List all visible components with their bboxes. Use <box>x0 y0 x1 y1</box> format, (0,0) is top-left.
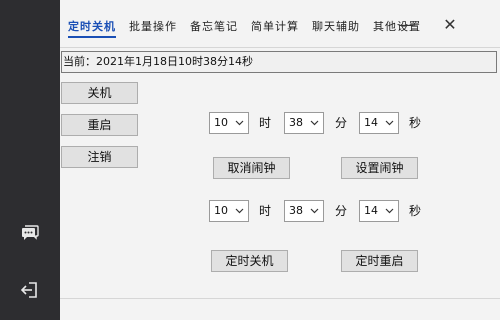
set-alarm-button[interactable]: 设置闹钟 <box>341 157 418 179</box>
chat-icon[interactable] <box>20 222 40 242</box>
alarm-second-unit: 秒 <box>409 116 422 130</box>
header-divider <box>60 47 500 48</box>
tab-chat-assistant[interactable]: 聊天辅助 <box>312 18 360 38</box>
current-time-display: 当前：2021年1月18日10时38分14秒 <box>61 51 497 73</box>
chevron-down-icon <box>235 201 244 221</box>
alarm-hour-select[interactable]: 10 <box>209 112 249 134</box>
close-button[interactable]: ✕ <box>438 12 462 36</box>
alarm-second-select[interactable]: 14 <box>359 112 399 134</box>
timer-second-value: 14 <box>364 204 378 217</box>
logout-icon[interactable] <box>20 280 40 300</box>
alarm-minute-select[interactable]: 38 <box>284 112 324 134</box>
minimize-button[interactable]: — <box>394 12 418 36</box>
restart-button[interactable]: 重启 <box>61 114 138 136</box>
alarm-minute-unit: 分 <box>335 116 348 130</box>
tab-memo-notes[interactable]: 备忘笔记 <box>190 18 238 38</box>
timer-hour-unit: 时 <box>259 204 272 218</box>
timer-minute-value: 38 <box>289 204 303 217</box>
sidebar <box>0 0 60 320</box>
logoff-button[interactable]: 注销 <box>61 146 138 168</box>
cancel-alarm-button[interactable]: 取消闹钟 <box>213 157 290 179</box>
timer-second-unit: 秒 <box>409 204 422 218</box>
shutdown-button[interactable]: 关机 <box>61 82 138 104</box>
scheduled-restart-button[interactable]: 定时重启 <box>341 250 418 272</box>
tab-batch-operations[interactable]: 批量操作 <box>129 18 177 38</box>
chevron-down-icon <box>310 201 319 221</box>
chevron-down-icon <box>235 113 244 133</box>
chevron-down-icon <box>385 201 394 221</box>
timer-minute-unit: 分 <box>335 204 348 218</box>
main-panel: 定时关机 批量操作 备忘笔记 简单计算 聊天辅助 其他设置 — ✕ 当前：202… <box>60 0 500 320</box>
tab-simple-calculator[interactable]: 简单计算 <box>251 18 299 38</box>
bottom-divider <box>60 298 500 299</box>
tab-bar: 定时关机 批量操作 备忘笔记 简单计算 聊天辅助 其他设置 <box>68 18 434 38</box>
alarm-hour-value: 10 <box>214 116 228 129</box>
scheduled-shutdown-button[interactable]: 定时关机 <box>211 250 288 272</box>
chevron-down-icon <box>385 113 394 133</box>
timer-second-select[interactable]: 14 <box>359 200 399 222</box>
timer-hour-value: 10 <box>214 204 228 217</box>
chevron-down-icon <box>310 113 319 133</box>
alarm-second-value: 14 <box>364 116 378 129</box>
timer-hour-select[interactable]: 10 <box>209 200 249 222</box>
timer-minute-select[interactable]: 38 <box>284 200 324 222</box>
alarm-hour-unit: 时 <box>259 116 272 130</box>
alarm-minute-value: 38 <box>289 116 303 129</box>
tab-scheduled-shutdown[interactable]: 定时关机 <box>68 18 116 38</box>
